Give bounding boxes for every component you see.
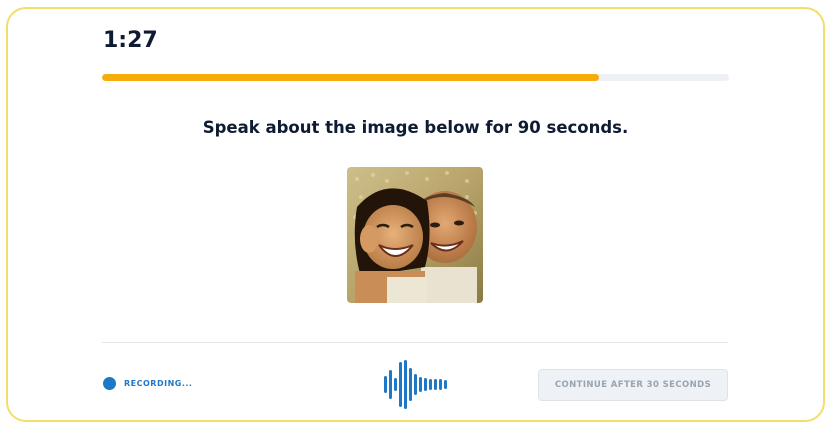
- audio-waveform-icon: [384, 360, 447, 409]
- progress-bar-fill: [102, 74, 600, 81]
- prompt-photo: [347, 167, 483, 303]
- continue-button[interactable]: CONTINUE AFTER 30 SECONDS: [538, 369, 728, 401]
- progress-bar: [102, 74, 729, 81]
- photo-image: [347, 167, 483, 303]
- countdown-timer: 1:27: [103, 28, 158, 53]
- recording-label: RECORDING...: [124, 379, 193, 388]
- prompt-text: Speak about the image below for 90 secon…: [202, 118, 629, 137]
- recording-indicator: RECORDING...: [103, 377, 192, 390]
- recording-dot-icon: [103, 377, 116, 390]
- divider: [102, 342, 728, 343]
